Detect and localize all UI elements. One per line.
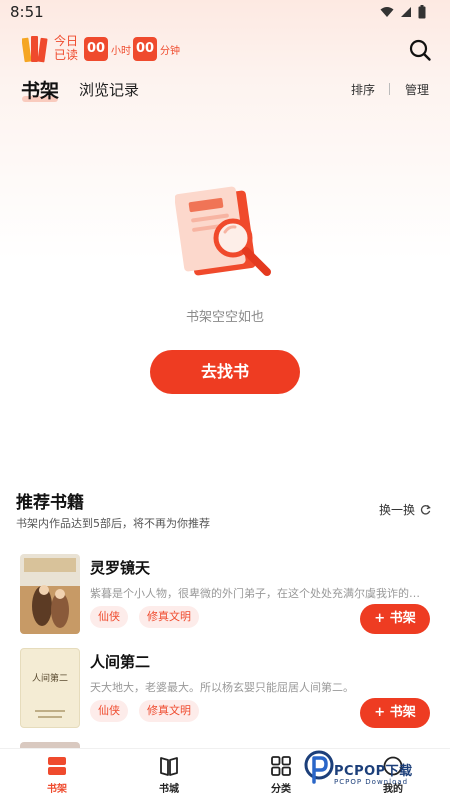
nav-book-city[interactable]: 书城: [139, 755, 199, 795]
refresh-icon: [420, 504, 431, 515]
watermark: PCPOP下载 PCPOP Download: [300, 750, 446, 794]
minutes-unit: 分钟: [160, 46, 180, 57]
recommend-title: 推荐书籍: [16, 493, 84, 513]
nav-label: 书架: [47, 784, 67, 795]
add-to-shelf-label: 书架: [389, 611, 416, 626]
tab-row: 书架 浏览记录 排序 管理: [0, 76, 450, 106]
book-cover: [20, 554, 80, 634]
today-read-label: 今日已读: [54, 34, 79, 62]
watermark-logo-icon: [304, 750, 334, 784]
cover-title: 人间第二: [31, 674, 68, 684]
book-cover: 人间第二: [20, 648, 80, 728]
book-tag[interactable]: 修真文明: [139, 606, 199, 628]
nav-label: 书城: [159, 784, 179, 795]
book-city-icon: [160, 757, 178, 776]
bookshelf-icon: [48, 757, 66, 775]
plus-icon: +: [374, 611, 390, 626]
find-book-button[interactable]: 去找书: [150, 350, 300, 394]
search-icon[interactable]: [408, 38, 432, 62]
tab-bookshelf[interactable]: 书架: [21, 76, 59, 103]
recommend-subtitle: 书架内作品达到5部后，将不再为你推荐: [16, 517, 210, 530]
book-card[interactable]: 灵罗镜天 紫暮是个小人物，很卑微的外门弟子，在这个处处充满尔虞我诈的世界 仙侠 …: [0, 554, 450, 646]
nav-bookshelf[interactable]: 书架: [27, 755, 87, 795]
watermark-brand: PCPOP下载: [334, 764, 413, 779]
book-description: 紫暮是个小人物，很卑微的外门弟子，在这个处处充满尔虞我诈的世界: [90, 587, 428, 600]
book-tag[interactable]: 仙侠: [90, 700, 128, 722]
add-to-shelf-label: 书架: [389, 705, 416, 720]
category-icon: [271, 756, 291, 776]
signal-icon: [401, 7, 411, 17]
watermark-sub: PCPOP Download: [334, 778, 409, 786]
status-bar: 8:51: [0, 0, 450, 26]
hours-unit: 小时: [111, 46, 131, 57]
book-tag[interactable]: 仙侠: [90, 606, 128, 628]
manage-button[interactable]: 管理: [405, 81, 429, 98]
book-title: 灵罗镜天: [90, 559, 151, 577]
book-description: 天大地大，老婆最大。所以杨玄婴只能屈居人间第二。: [90, 681, 354, 694]
cover-line: [38, 716, 62, 718]
status-icons: [380, 5, 426, 19]
tab-history[interactable]: 浏览记录: [79, 79, 139, 100]
empty-message: 书架空空如也: [185, 310, 264, 325]
reading-stats-bar: 今日已读 00 小时 00 分钟: [0, 32, 450, 68]
add-to-shelf-button[interactable]: + 书架: [360, 604, 430, 634]
book-tag[interactable]: 修真文明: [139, 700, 199, 722]
wifi-icon: [380, 7, 394, 17]
battery-icon: [418, 5, 426, 19]
book-card[interactable]: 人间第二 人间第二 天大地大，老婆最大。所以杨玄婴只能屈居人间第二。 仙侠 修真…: [0, 648, 450, 740]
app-logo-icon: [22, 36, 48, 63]
hours-value: 00: [84, 37, 108, 61]
cover-line: [35, 710, 65, 712]
status-time: 8:51: [10, 3, 44, 21]
refresh-label: 换一换: [379, 503, 416, 517]
add-to-shelf-button[interactable]: + 书架: [360, 698, 430, 728]
book-title: 人间第二: [90, 653, 151, 671]
divider: [389, 83, 390, 95]
minutes-value: 00: [133, 37, 157, 61]
sort-button[interactable]: 排序: [351, 81, 375, 98]
empty-bookshelf-illustration: [175, 186, 271, 276]
refresh-button[interactable]: 换一换: [379, 501, 431, 518]
plus-icon: +: [374, 705, 390, 720]
